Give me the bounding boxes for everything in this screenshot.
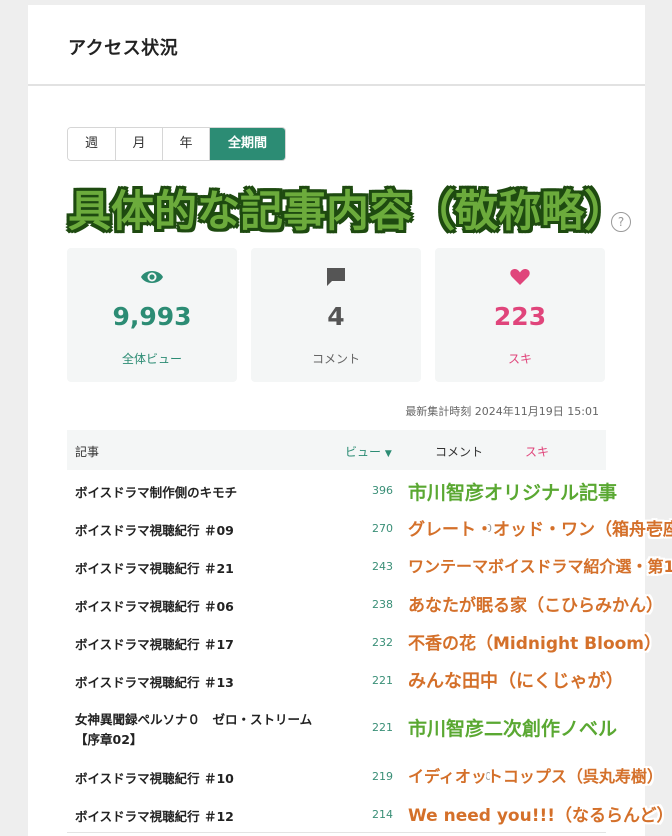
table-header: 記事 ビュー ▼ コメント スキ bbox=[67, 430, 606, 470]
article-title[interactable]: 女神異聞録ペルソナ０ ゼロ・ストリーム【序章02】 bbox=[75, 710, 335, 750]
heart-icon bbox=[435, 266, 605, 288]
article-title[interactable]: ボイスドラマ制作側のキモチ bbox=[75, 482, 237, 501]
access-status-card: アクセス状況 週 月 年 全期間 具体的な記事内容（敬称略） ? 9,993 全… bbox=[28, 5, 645, 836]
article-views: 243 bbox=[372, 560, 393, 573]
article-title[interactable]: ボイスドラマ視聴紀行 ＃13 bbox=[75, 672, 234, 691]
column-views[interactable]: ビュー ▼ bbox=[345, 443, 392, 460]
comments-total: 4 bbox=[327, 302, 345, 331]
row-annotation: 市川智彦二次創作ノベル bbox=[408, 718, 618, 740]
tab-year[interactable]: 年 bbox=[163, 128, 210, 160]
row-annotation: あなたが眠る家（こひらみかん） bbox=[408, 596, 663, 616]
article-title[interactable]: ボイスドラマ視聴紀行 ＃10 bbox=[75, 768, 234, 787]
question-circle-icon[interactable]: ? bbox=[611, 212, 631, 232]
article-views: 221 bbox=[372, 721, 393, 734]
overlay-title: 具体的な記事内容（敬称略） bbox=[68, 187, 627, 237]
eye-icon bbox=[67, 266, 237, 288]
likes-label: スキ bbox=[507, 352, 532, 366]
row-annotation: イディオットコップス（呉丸寿樹） bbox=[408, 767, 663, 786]
row-annotation: 不香の花（Midnight Bloom） bbox=[408, 634, 662, 654]
column-likes[interactable]: スキ bbox=[525, 443, 549, 460]
article-title[interactable]: ボイスドラマ視聴紀行 ＃17 bbox=[75, 634, 234, 653]
row-annotation: グレート・オッド・ワン（箱舟壱座） bbox=[408, 520, 672, 540]
stat-comments: 4 コメント bbox=[251, 248, 421, 382]
article-title[interactable]: ボイスドラマ視聴紀行 ＃12 bbox=[75, 806, 234, 825]
period-tabs: 週 月 年 全期間 bbox=[67, 127, 286, 161]
tab-week[interactable]: 週 bbox=[68, 128, 116, 160]
row-annotation: みんな田中（にくじゃが） bbox=[408, 671, 624, 692]
column-article: 記事 bbox=[75, 445, 100, 459]
views-total: 9,993 bbox=[112, 302, 192, 331]
row-annotation: ワンテーマボイスドラマ紹介選・第1弾 bbox=[408, 557, 672, 576]
article-views: 214 bbox=[372, 808, 393, 821]
tab-all-time[interactable]: 全期間 bbox=[210, 128, 285, 160]
likes-total: 223 bbox=[493, 302, 547, 331]
tab-month[interactable]: 月 bbox=[116, 128, 163, 160]
article-views: 232 bbox=[372, 636, 393, 649]
column-views-label: ビュー bbox=[345, 445, 382, 459]
sort-desc-icon: ▼ bbox=[384, 449, 392, 459]
row-annotation: 市川智彦オリジナル記事 bbox=[408, 482, 618, 504]
article-views: 238 bbox=[372, 598, 393, 611]
views-label: 全体ビュー bbox=[121, 352, 182, 366]
page-title: アクセス状況 bbox=[68, 38, 179, 59]
article-views: 219 bbox=[372, 770, 393, 783]
row-annotation: We need you!!!（なるらんど） bbox=[408, 806, 672, 826]
column-comments[interactable]: コメント bbox=[435, 443, 483, 460]
article-views: 221 bbox=[372, 674, 393, 687]
article-views: 270 bbox=[372, 522, 393, 535]
article-views: 396 bbox=[372, 484, 393, 497]
comments-label: コメント bbox=[311, 352, 360, 366]
article-title[interactable]: ボイスドラマ視聴紀行 ＃06 bbox=[75, 596, 234, 615]
card-header: アクセス状況 bbox=[28, 5, 645, 86]
article-title[interactable]: ボイスドラマ視聴紀行 ＃09 bbox=[75, 520, 234, 539]
stat-likes: 223 スキ bbox=[435, 248, 605, 382]
comment-icon bbox=[251, 266, 421, 288]
article-title[interactable]: ボイスドラマ視聴紀行 ＃21 bbox=[75, 558, 234, 577]
updated-timestamp: 最新集計時刻 2024年11月19日 15:01 bbox=[405, 405, 599, 418]
stat-views: 9,993 全体ビュー bbox=[67, 248, 237, 382]
